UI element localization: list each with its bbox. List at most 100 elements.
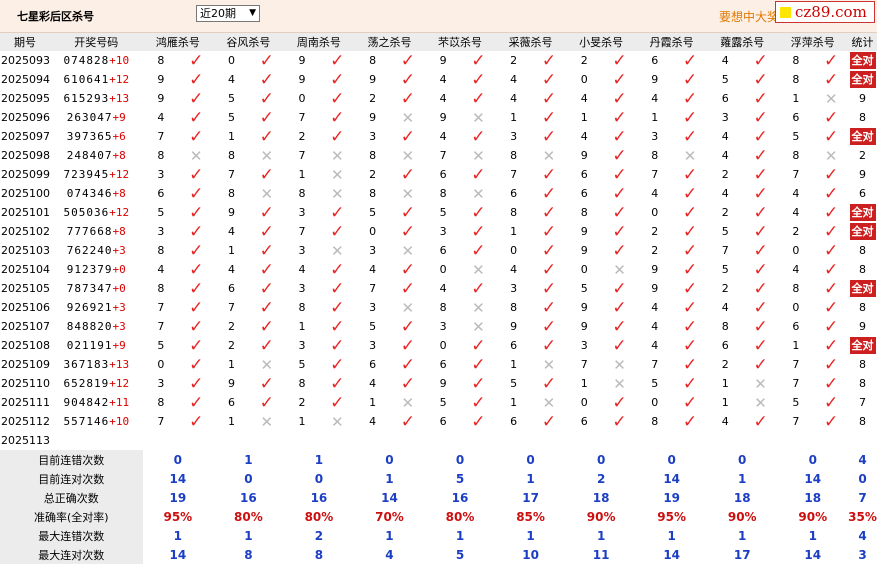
check-icon: ✓ bbox=[189, 260, 204, 279]
stat-cell: 全对 bbox=[848, 222, 877, 241]
check-icon: ✓ bbox=[541, 70, 557, 89]
check-icon: ✓ bbox=[189, 165, 204, 184]
kill-value: 3 bbox=[510, 130, 518, 143]
mark-cell: ✕ bbox=[461, 298, 495, 317]
check-icon: ✓ bbox=[824, 165, 839, 184]
check-icon: ✓ bbox=[541, 336, 557, 355]
kill-value: 7 bbox=[792, 415, 800, 428]
kill-value: 0 bbox=[298, 92, 306, 105]
draw-digits: 926921 bbox=[66, 301, 113, 314]
check-icon: ✓ bbox=[824, 260, 839, 279]
mark-cell: ✓ bbox=[603, 203, 637, 222]
check-icon: ✓ bbox=[330, 374, 345, 393]
current-kill-blank bbox=[179, 431, 214, 450]
mark-cell: ✕ bbox=[461, 184, 495, 203]
mark-cell: ✓ bbox=[532, 279, 566, 298]
period-cell: 2025096 bbox=[1, 111, 50, 124]
mark-cell: ✕ bbox=[391, 108, 425, 127]
mark-cell: ✓ bbox=[673, 355, 707, 374]
check-icon: ✓ bbox=[682, 260, 698, 279]
check-icon: ✓ bbox=[753, 70, 768, 89]
check-icon: ✓ bbox=[682, 203, 698, 222]
check-icon: ✓ bbox=[612, 184, 627, 203]
check-icon: ✓ bbox=[189, 374, 204, 393]
check-icon: ✓ bbox=[753, 355, 768, 374]
promo-text[interactable]: 要想中大奖 bbox=[719, 8, 779, 25]
kill-value: 0 bbox=[580, 263, 588, 276]
period-cell: 2025109 bbox=[1, 358, 50, 371]
kill-value: 6 bbox=[227, 282, 235, 295]
table-row: 2025103 762240+3 8 ✓ 1 ✓ 3 ✕ 3 ✕ 6 ✓ 0 ✓ 9 ✓ 2 ✓ 7 ✓ 0 ✓ 8 bbox=[0, 241, 877, 260]
mark-cell: ✓ bbox=[461, 336, 495, 355]
draw-number-cell: 848820+3 bbox=[50, 317, 143, 336]
kill-value: 9 bbox=[369, 111, 377, 124]
mark-cell: ✓ bbox=[461, 203, 495, 222]
check-icon: ✓ bbox=[471, 336, 486, 355]
kill-value: 4 bbox=[227, 225, 235, 238]
current-kill-value: 5 bbox=[213, 431, 250, 450]
kill-value: 6 bbox=[580, 415, 588, 428]
period-cell: 2025104 bbox=[1, 263, 50, 276]
check-icon: ✓ bbox=[612, 336, 627, 355]
stat-value: 80% bbox=[445, 509, 475, 524]
all-correct-badge: 全对 bbox=[849, 52, 876, 69]
stat-value: 1 bbox=[808, 528, 817, 543]
check-icon: ✓ bbox=[189, 412, 204, 431]
cross-icon: ✕ bbox=[331, 412, 344, 431]
stat-count: 8 bbox=[859, 263, 867, 276]
current-kill-value: 1 bbox=[354, 431, 391, 450]
mark-cell: ✓ bbox=[250, 393, 284, 412]
draw-number-cell: 074346+8 bbox=[50, 184, 143, 203]
kill-value: 1 bbox=[580, 377, 588, 390]
mark-cell: ✓ bbox=[744, 70, 778, 89]
stat-cell: 全对 bbox=[848, 70, 877, 89]
kill-value: 4 bbox=[721, 130, 729, 143]
kill-value: 7 bbox=[651, 168, 659, 181]
draw-digits: 074828 bbox=[63, 54, 110, 67]
check-icon: ✓ bbox=[471, 355, 486, 374]
cross-icon: ✕ bbox=[401, 146, 415, 165]
kill-value: 8 bbox=[439, 301, 447, 314]
check-icon: ✓ bbox=[189, 184, 204, 203]
kill-value: 8 bbox=[298, 377, 306, 390]
kill-value: 3 bbox=[369, 339, 377, 352]
current-period-cell: 2025113 bbox=[0, 431, 50, 450]
draw-addon: +10 bbox=[109, 415, 130, 428]
stat-value: 95% bbox=[657, 509, 687, 524]
stat-value: 0 bbox=[596, 452, 606, 467]
kill-value: 2 bbox=[721, 168, 729, 181]
draw-addon: +12 bbox=[109, 206, 130, 219]
kill-value: 1 bbox=[580, 111, 588, 124]
period-select[interactable]: 近20期 ▼ bbox=[196, 5, 260, 22]
stat-value: 1 bbox=[455, 528, 465, 543]
kill-value: 8 bbox=[227, 149, 235, 162]
cross-icon: ✕ bbox=[260, 146, 274, 165]
table-row: 2025106 926921+3 7 ✓ 7 ✓ 8 ✓ 3 ✕ 8 ✕ 8 ✓ 9 ✓ 4 ✓ 4 ✓ 0 ✓ 8 bbox=[0, 298, 877, 317]
cross-icon: ✕ bbox=[331, 146, 344, 165]
mark-cell: ✓ bbox=[744, 222, 778, 241]
mark-cell: ✕ bbox=[320, 241, 354, 260]
top-bar: 七星彩后区杀号 近20期 ▼ 要想中大奖 cz89.com bbox=[0, 0, 877, 33]
mark-cell: ✕ bbox=[603, 355, 637, 374]
kill-value: 8 bbox=[792, 149, 800, 162]
mark-cell: ✓ bbox=[461, 70, 495, 89]
kill-value: 9 bbox=[439, 54, 447, 67]
draw-addon: +10 bbox=[109, 54, 130, 67]
stat-value: 5 bbox=[455, 547, 465, 562]
kill-value: 4 bbox=[721, 149, 729, 162]
check-icon: ✓ bbox=[682, 355, 698, 374]
mark-cell: ✓ bbox=[320, 355, 354, 374]
mark-cell: ✓ bbox=[814, 355, 848, 374]
stat-count: 8 bbox=[859, 377, 867, 390]
kill-value: 6 bbox=[721, 92, 729, 105]
draw-addon: +3 bbox=[112, 244, 126, 257]
check-icon: ✓ bbox=[259, 374, 274, 393]
kill-value: 3 bbox=[721, 111, 729, 124]
kill-value: 0 bbox=[651, 206, 659, 219]
kill-value: 7 bbox=[792, 168, 800, 181]
site-logo[interactable]: cz89.com bbox=[775, 1, 875, 23]
check-icon: ✓ bbox=[682, 184, 698, 203]
kill-value: 8 bbox=[369, 54, 377, 67]
mark-cell: ✕ bbox=[814, 89, 848, 108]
cross-icon: ✕ bbox=[401, 184, 415, 203]
